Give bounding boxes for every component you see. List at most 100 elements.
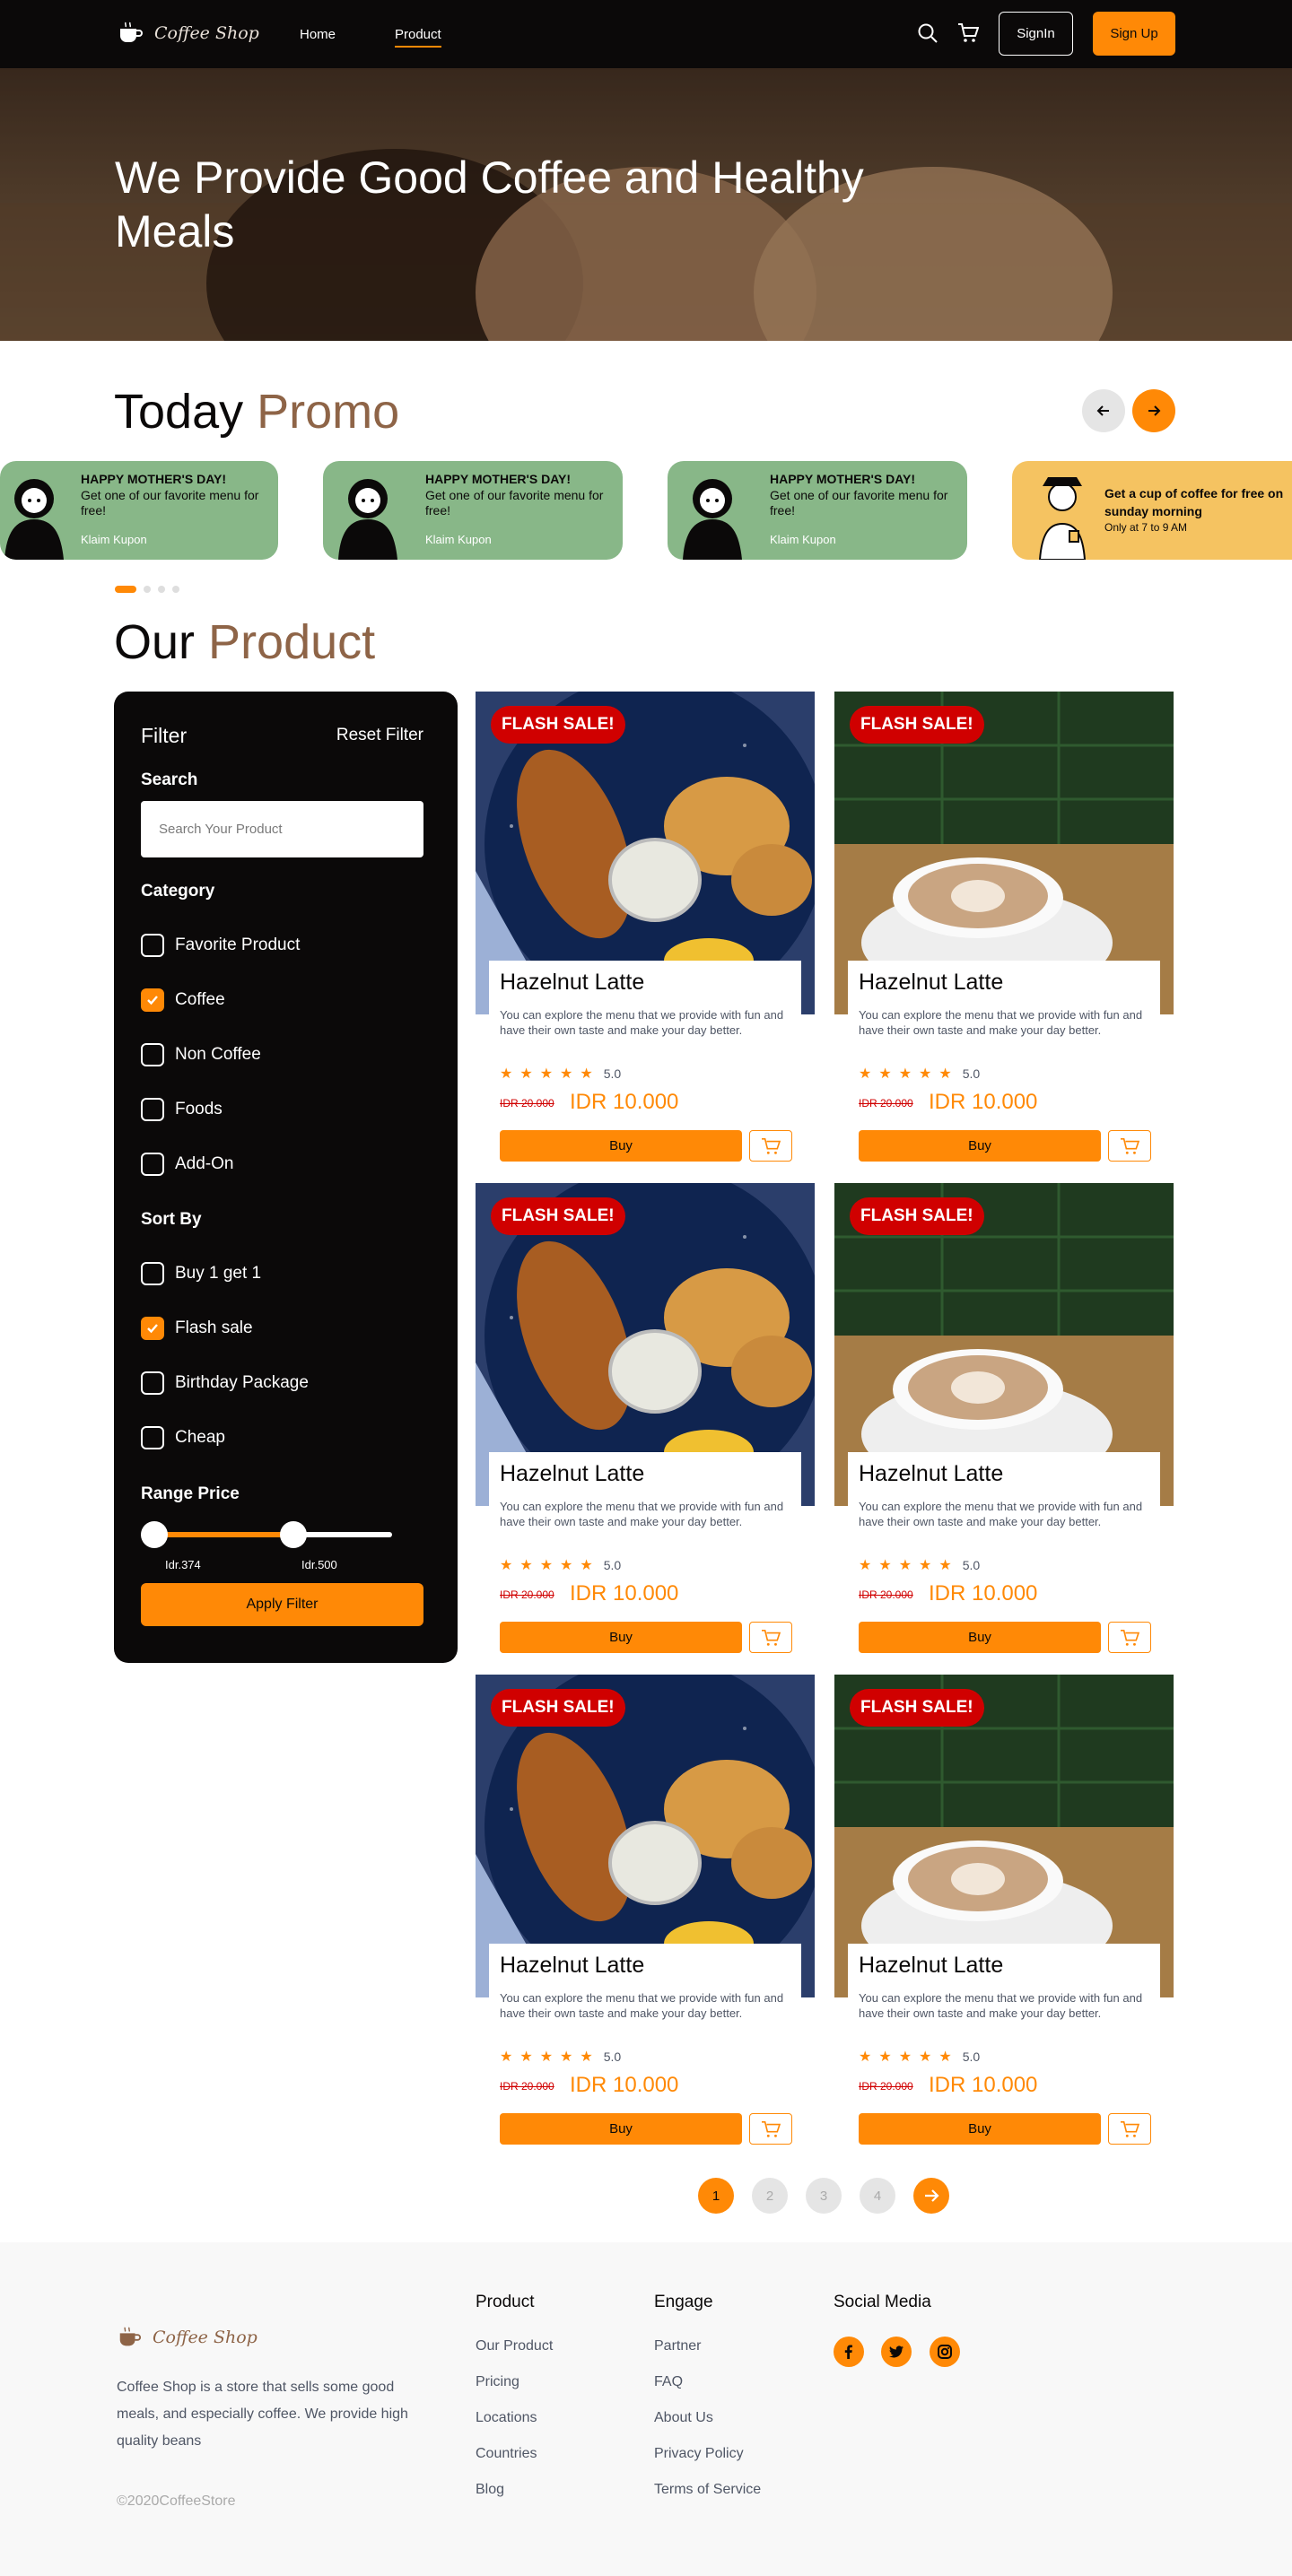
checkbox[interactable] — [141, 1371, 164, 1395]
page-3-button[interactable]: 3 — [806, 2178, 842, 2214]
checkbox-label: Add-On — [175, 1154, 234, 1173]
sort-buy-1-get-1[interactable]: Buy 1 get 1 — [141, 1262, 261, 1285]
checkbox-checked[interactable] — [141, 1317, 164, 1340]
footer-link-blog[interactable]: Blog — [476, 2482, 504, 2498]
promo-card[interactable]: HAPPY MOTHER'S DAY! Get one of our favor… — [323, 461, 623, 560]
footer-logo[interactable]: Coffee Shop — [117, 2325, 258, 2350]
category-foods[interactable]: Foods — [141, 1098, 223, 1121]
star-icon: ★ — [938, 1066, 952, 1082]
promo-next-button[interactable] — [1132, 389, 1175, 432]
sort-flash-sale[interactable]: Flash sale — [141, 1317, 253, 1340]
footer-link-our-product[interactable]: Our Product — [476, 2338, 553, 2354]
footer-link-countries[interactable]: Countries — [476, 2446, 537, 2462]
next-page-button[interactable] — [913, 2178, 949, 2214]
facebook-button[interactable] — [834, 2337, 864, 2367]
signup-button[interactable]: Sign Up — [1093, 12, 1175, 56]
signin-button[interactable]: SignIn — [999, 12, 1073, 56]
promo-prev-button[interactable] — [1082, 389, 1125, 432]
page-2-button[interactable]: 2 — [752, 2178, 788, 2214]
footer-link-partner[interactable]: Partner — [654, 2338, 701, 2354]
nav-home[interactable]: Home — [300, 27, 336, 42]
product-name[interactable]: Hazelnut Latte — [859, 1461, 1003, 1487]
product-card[interactable]: FLASH SALE! Hazelnut Latte You can explore… — [834, 1183, 1174, 1653]
footer-link-privacy-policy[interactable]: Privacy Policy — [654, 2446, 744, 2462]
page-4-button[interactable]: 4 — [860, 2178, 895, 2214]
sort-cheap[interactable]: Cheap — [141, 1426, 225, 1449]
footer-link-terms[interactable]: Terms of Service — [654, 2482, 761, 2498]
price-slider-max-handle[interactable] — [280, 1521, 307, 1548]
promo-card[interactable]: HAPPY MOTHER'S DAY! Get one of our favor… — [0, 461, 278, 560]
carousel-dot-active[interactable] — [115, 586, 136, 593]
star-icon: ★ — [859, 1066, 872, 1082]
old-price: IDR 20.000 — [859, 1588, 913, 1601]
product-card[interactable]: FLASH SALE! Hazelnut Latte You can explore… — [476, 1675, 815, 2145]
promo-card[interactable]: Get a cup of coffee for free on sunday m… — [1012, 461, 1292, 560]
footer-link-about-us[interactable]: About Us — [654, 2410, 713, 2426]
add-to-cart-button[interactable] — [1108, 1622, 1151, 1653]
apply-filter-button[interactable]: Apply Filter — [141, 1583, 423, 1626]
checkbox[interactable] — [141, 934, 164, 957]
instagram-button[interactable] — [930, 2337, 960, 2367]
sort-birthday-package[interactable]: Birthday Package — [141, 1371, 309, 1395]
product-name[interactable]: Hazelnut Latte — [859, 1953, 1003, 1979]
footer-link-faq[interactable]: FAQ — [654, 2374, 683, 2390]
product-card[interactable]: FLASH SALE! Hazelnut Latte You can explore… — [834, 1675, 1174, 2145]
product-card[interactable]: FLASH SALE! Hazelnut Latte You can explore… — [834, 692, 1174, 1162]
twitter-button[interactable] — [881, 2337, 912, 2367]
search-icon[interactable] — [917, 22, 938, 44]
add-to-cart-button[interactable] — [1108, 1130, 1151, 1162]
buy-button[interactable]: Buy — [500, 1622, 742, 1653]
checkbox[interactable] — [141, 1426, 164, 1449]
product-rating: ★ ★ ★ ★ ★ 5.0 — [859, 1065, 980, 1083]
category-coffee[interactable]: Coffee — [141, 988, 225, 1012]
carousel-dot[interactable] — [172, 586, 179, 593]
buy-button[interactable]: Buy — [500, 2113, 742, 2145]
checkbox[interactable] — [141, 1153, 164, 1176]
footer-link-locations[interactable]: Locations — [476, 2410, 537, 2426]
promo-card-desc: Get one of our favorite menu for free! — [425, 488, 604, 518]
promo-card[interactable]: HAPPY MOTHER'S DAY! Get one of our favor… — [668, 461, 967, 560]
checkbox-checked[interactable] — [141, 988, 164, 1012]
product-card[interactable]: FLASH SALE! Hazelnut Latte You can explore… — [476, 1183, 815, 1653]
add-to-cart-button[interactable] — [1108, 2113, 1151, 2145]
category-non-coffee[interactable]: Non Coffee — [141, 1043, 261, 1066]
flash-sale-badge: FLASH SALE! — [491, 1197, 625, 1235]
checkbox[interactable] — [141, 1043, 164, 1066]
star-icon: ★ — [898, 1558, 912, 1573]
price-slider-fill — [152, 1532, 295, 1537]
buy-button[interactable]: Buy — [500, 1130, 742, 1162]
add-to-cart-button[interactable] — [749, 2113, 792, 2145]
product-name[interactable]: Hazelnut Latte — [859, 970, 1003, 996]
promo-claim-link[interactable]: Klaim Kupon — [770, 533, 836, 546]
product-name[interactable]: Hazelnut Latte — [500, 1953, 644, 1979]
reset-filter-button[interactable]: Reset Filter — [336, 726, 423, 745]
add-to-cart-button[interactable] — [749, 1130, 792, 1162]
product-card[interactable]: FLASH SALE! Hazelnut Latte You can explore… — [476, 692, 815, 1162]
star-icon: ★ — [580, 1558, 593, 1573]
checkbox[interactable] — [141, 1262, 164, 1285]
cart-icon — [762, 1629, 781, 1646]
search-input[interactable]: Search Your Product — [141, 801, 423, 857]
promo-claim-link[interactable]: Klaim Kupon — [425, 533, 492, 546]
buy-button[interactable]: Buy — [859, 2113, 1101, 2145]
checkbox[interactable] — [141, 1098, 164, 1121]
buy-button[interactable]: Buy — [859, 1622, 1101, 1653]
page-1-button[interactable]: 1 — [698, 2178, 734, 2214]
carousel-dot[interactable] — [158, 586, 165, 593]
price-slider-min-handle[interactable] — [141, 1521, 168, 1548]
product-name[interactable]: Hazelnut Latte — [500, 1461, 644, 1487]
product-name[interactable]: Hazelnut Latte — [500, 970, 644, 996]
footer-link-pricing[interactable]: Pricing — [476, 2374, 519, 2390]
footer-about: Coffee Shop is a store that sells some g… — [117, 2380, 408, 2449]
sale-price: IDR 10.000 — [929, 1090, 1038, 1114]
promo-claim-link[interactable]: Klaim Kupon — [81, 533, 147, 546]
carousel-dot[interactable] — [144, 586, 151, 593]
buy-button[interactable]: Buy — [859, 1130, 1101, 1162]
product-description: You can explore the menu that we provide… — [859, 1008, 1143, 1037]
nav-product[interactable]: Product — [395, 27, 441, 48]
cart-icon[interactable] — [957, 22, 979, 44]
add-to-cart-button[interactable] — [749, 1622, 792, 1653]
category-favorite-product[interactable]: Favorite Product — [141, 934, 300, 957]
logo[interactable]: Coffee Shop — [117, 20, 259, 47]
category-add-on[interactable]: Add-On — [141, 1153, 233, 1176]
